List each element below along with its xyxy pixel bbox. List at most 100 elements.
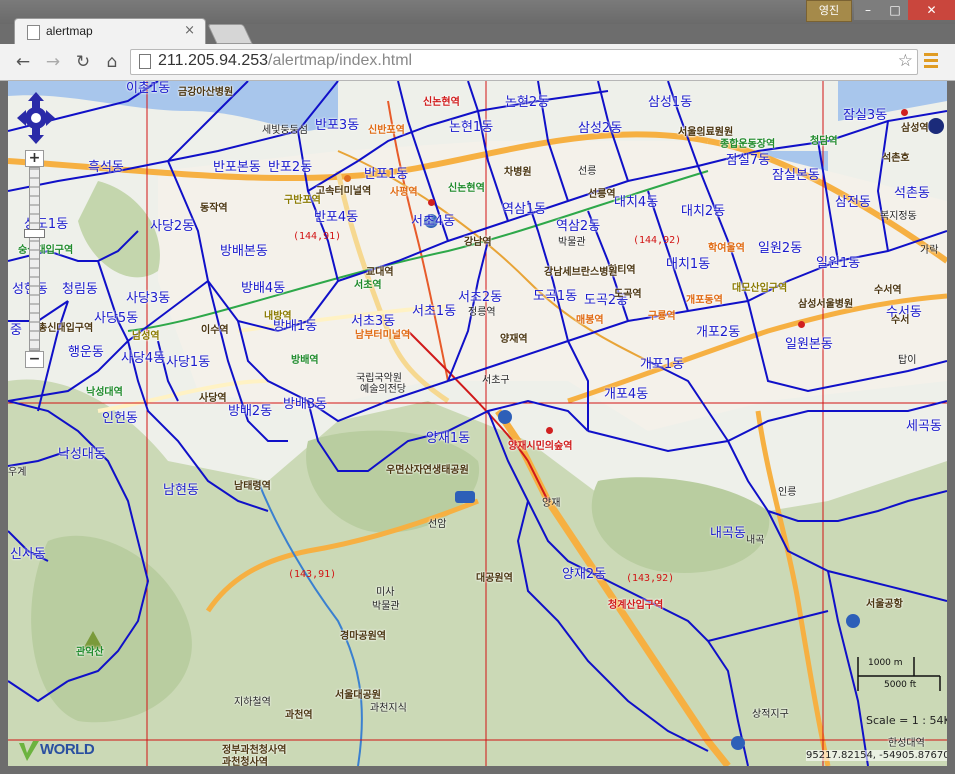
poi-label[interactable]: 양재시민의숲역 xyxy=(508,437,572,452)
dong-label: 삼전동 xyxy=(835,195,871,210)
poi-label[interactable]: 청담역 xyxy=(810,132,838,147)
poi-label[interactable]: 남태령역 xyxy=(234,477,271,492)
poi-label[interactable]: 한성대역 xyxy=(888,734,925,749)
browser-menu-icon[interactable] xyxy=(924,53,938,71)
poi-label[interactable]: 양재 xyxy=(542,494,560,509)
dong-label: 낙성대동 xyxy=(58,447,106,462)
browser-tab[interactable]: alertmap × xyxy=(14,18,206,45)
poi-label[interactable]: 사당역 xyxy=(199,389,227,404)
tab-close-icon[interactable]: × xyxy=(184,23,195,38)
poi-label[interactable]: 선암 xyxy=(428,515,446,530)
poi-label[interactable]: 정릉역 xyxy=(468,303,496,318)
poi-label[interactable]: 이수역 xyxy=(201,321,229,336)
poi-label[interactable]: 예술의전당 xyxy=(360,380,406,395)
poi-label[interactable]: 서울공항 xyxy=(866,595,903,610)
map-marker[interactable] xyxy=(901,109,908,116)
poi-label[interactable]: 동작역 xyxy=(200,199,228,214)
zoom-slider-track[interactable] xyxy=(29,167,40,351)
dong-label: 반포본동 xyxy=(213,160,261,175)
poi-label[interactable]: 도곡역 xyxy=(614,285,642,300)
poi-label[interactable]: 개포동역 xyxy=(686,291,723,306)
poi-label[interactable]: 서울의료원 xyxy=(678,123,724,138)
dong-label: 사당1동 xyxy=(166,355,211,370)
poi-label[interactable]: 낙성대역 xyxy=(86,383,123,398)
poi-label[interactable]: 관악산 xyxy=(76,643,104,658)
vworld-logo[interactable]: WORLD xyxy=(18,739,118,763)
poi-label[interactable]: 탑이 xyxy=(898,351,916,366)
map-marker[interactable] xyxy=(546,427,553,434)
minimize-button[interactable]: – xyxy=(854,0,882,20)
poi-label[interactable]: 상적지구 xyxy=(752,705,789,720)
poi-label[interactable]: 고속터미널역 xyxy=(316,182,371,197)
home-button[interactable]: ⌂ xyxy=(101,51,123,73)
back-button[interactable]: ← xyxy=(12,51,34,73)
poi-label[interactable]: 차병원 xyxy=(504,163,532,178)
poi-label[interactable]: 우계 xyxy=(8,463,26,478)
poi-label[interactable]: 우면산자연생태공원 xyxy=(386,461,469,476)
poi-label[interactable]: 강남역 xyxy=(464,233,492,248)
poi-label[interactable]: 박물관 xyxy=(558,233,586,248)
poi-label[interactable]: 경마공원역 xyxy=(340,627,386,642)
poi-label[interactable]: 신논현역 xyxy=(423,93,460,108)
dong-label: 석촌동 xyxy=(894,186,930,201)
poi-label[interactable]: 학여울역 xyxy=(708,239,745,254)
poi-label[interactable]: 과천지식 xyxy=(370,699,407,714)
url-text[interactable]: 211.205.94.253/alertmap/index.html xyxy=(158,52,412,70)
poi-label[interactable]: 삼성역 xyxy=(901,119,929,134)
poi-label[interactable]: 지하철역 xyxy=(234,693,271,708)
poi-label[interactable]: 삼성서울병원 xyxy=(798,295,853,310)
forward-button[interactable]: → xyxy=(42,51,64,73)
poi-label[interactable]: 내곡 xyxy=(746,531,764,546)
zoom-slider-handle[interactable] xyxy=(24,229,45,238)
new-tab-button[interactable] xyxy=(207,24,253,44)
map-marker[interactable] xyxy=(798,321,805,328)
poi-label[interactable]: 대공원역 xyxy=(476,569,513,584)
poi-label[interactable]: 수서 xyxy=(891,311,909,326)
poi-label[interactable]: 남부터미널역 xyxy=(355,326,410,341)
poi-label[interactable]: 서초구 xyxy=(482,371,510,386)
poi-label[interactable]: 대모산입구역 xyxy=(732,279,787,294)
poi-label[interactable]: 신논현역 xyxy=(448,179,485,194)
map-marker[interactable] xyxy=(428,199,435,206)
poi-label[interactable]: 석촌호 xyxy=(882,149,910,164)
poi-label[interactable]: 서초역 xyxy=(354,276,382,291)
page-icon xyxy=(27,25,40,40)
poi-label[interactable]: 선릉 xyxy=(578,162,596,177)
poi-label[interactable]: 금강아산병원 xyxy=(178,83,233,98)
poi-label[interactable]: 수서역 xyxy=(874,281,902,296)
poi-label[interactable]: 세빛둥둥섬 xyxy=(262,121,308,136)
poi-label[interactable]: 숭실대입구역 xyxy=(18,241,73,256)
zoom-out-button[interactable]: − xyxy=(25,351,44,368)
poi-label[interactable]: 총신대입구역 xyxy=(38,319,93,334)
poi-label[interactable]: 방배역 xyxy=(291,351,319,366)
map-marker[interactable] xyxy=(344,175,351,182)
poi-label[interactable]: 정부과천청사역 xyxy=(222,741,286,756)
poi-label[interactable]: 청계산입구역 xyxy=(608,596,663,611)
close-window-button[interactable]: ✕ xyxy=(908,0,955,20)
poi-label[interactable]: 구룡역 xyxy=(648,307,676,322)
poi-label[interactable]: 남성역 xyxy=(132,327,160,342)
poi-label[interactable]: 종합운동장역 xyxy=(720,135,775,150)
map-viewport[interactable]: (144,91) (144,92) (143,91) (143,92) 이촌1동… xyxy=(8,81,947,766)
url-host: 211.205.94.253 xyxy=(158,52,269,69)
poi-label[interactable]: 매봉역 xyxy=(576,311,604,326)
poi-label[interactable]: 강남세브란스병원 xyxy=(544,263,618,278)
poi-label[interactable]: 박물관 xyxy=(372,597,400,612)
poi-label[interactable]: 과천역 xyxy=(285,706,313,721)
address-bar[interactable]: 211.205.94.253/alertmap/index.html ☆ xyxy=(130,49,918,75)
poi-label[interactable]: 미사 xyxy=(376,583,394,598)
poi-label[interactable]: 인릉 xyxy=(778,483,796,498)
pan-control[interactable] xyxy=(17,92,55,144)
poi-label[interactable]: 신반포역 xyxy=(368,121,405,136)
poi-label[interactable]: 가락 xyxy=(920,241,938,256)
poi-label[interactable]: 사평역 xyxy=(390,183,418,198)
reload-button[interactable]: ↻ xyxy=(72,51,94,73)
bookmark-star-icon[interactable]: ☆ xyxy=(898,51,913,71)
poi-label[interactable]: 양재역 xyxy=(500,330,528,345)
zoom-in-button[interactable]: + xyxy=(25,150,44,167)
maximize-button[interactable]: □ xyxy=(882,0,908,20)
user-profile-badge[interactable]: 영진 xyxy=(806,0,852,22)
poi-label[interactable]: 내방역 xyxy=(264,307,292,322)
poi-label[interactable]: 선릉역 xyxy=(588,185,616,200)
poi-label[interactable]: 복지정동 xyxy=(880,207,917,222)
